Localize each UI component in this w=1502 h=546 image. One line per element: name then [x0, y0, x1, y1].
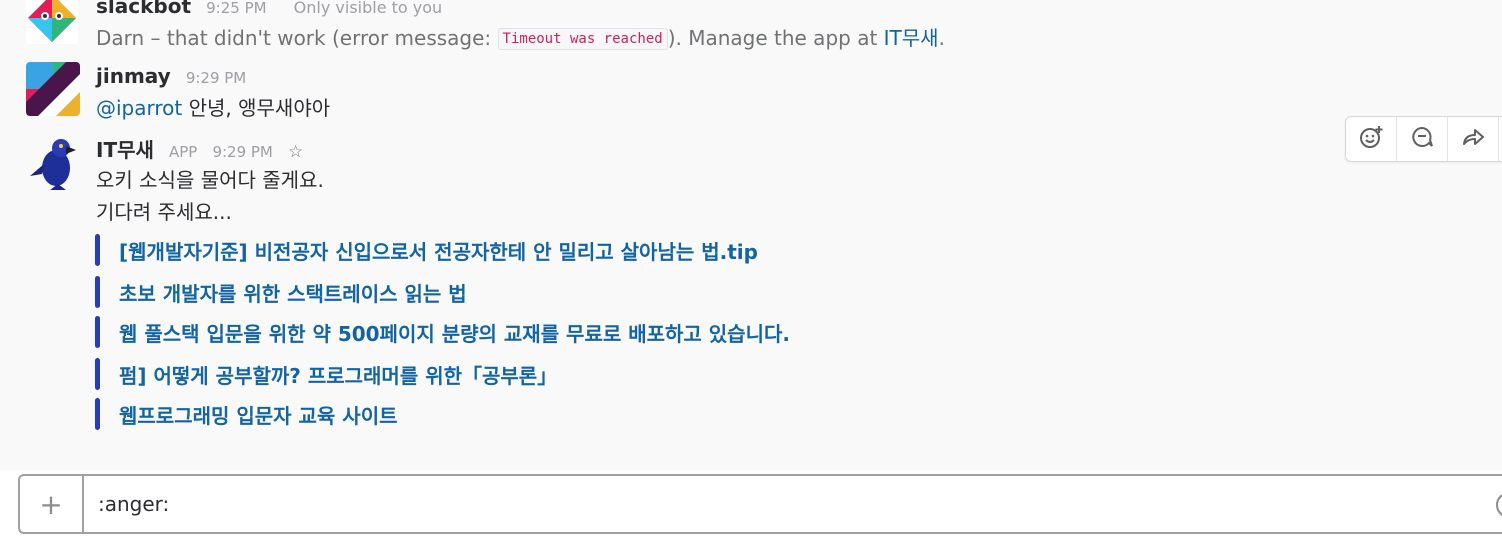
attachment-bar	[95, 316, 100, 348]
attachment-bar	[95, 276, 100, 308]
attachment-title-link[interactable]: 웹 풀스택 입문을 위한 약 500페이지 분량의 교재를 무료로 배포하고 있…	[119, 318, 790, 347]
message-header: IT무새 APP 9:29 PM ☆	[96, 134, 303, 163]
plus-icon: +	[39, 487, 63, 521]
message-header: jinmay 9:29 PM	[96, 64, 246, 88]
attachment-title-link[interactable]: [웹개발자기준] 비전공자 신입으로서 전공자한테 안 밀리고 살아남는 법.t…	[119, 236, 758, 265]
message-line-1: 오키 소식을 물어다 줄게요.	[96, 168, 324, 192]
jinmay-avatar[interactable]	[26, 62, 80, 116]
composer-area: + :anger:	[0, 470, 1502, 546]
text-segment: .	[938, 26, 945, 50]
app-link[interactable]: IT무새	[884, 26, 939, 50]
start-thread-icon	[1410, 125, 1434, 153]
attachment-bar	[95, 398, 100, 430]
message-line-2: 기다려 주세요...	[96, 200, 232, 224]
message-slackbot: slackbot 9:25 PM Only visible to you Dar…	[0, 0, 1502, 50]
inline-code: Timeout was reached	[497, 28, 668, 50]
attachment-title-link[interactable]: 초보 개발자를 위한 스택트레이스 읽는 법	[119, 278, 467, 307]
emoji-icon[interactable]	[1496, 492, 1502, 518]
star-icon[interactable]: ☆	[288, 142, 303, 162]
timestamp[interactable]: 9:29 PM	[186, 69, 246, 87]
attachment-bar	[95, 358, 100, 390]
attachment-bar	[95, 234, 100, 266]
itmusae-avatar[interactable]	[28, 134, 78, 190]
start-thread-button[interactable]	[1397, 117, 1448, 161]
app-badge: APP	[168, 143, 198, 161]
add-reaction-icon	[1358, 124, 1384, 154]
add-reaction-button[interactable]	[1346, 117, 1397, 161]
message-input[interactable]: :anger:	[98, 476, 1478, 532]
text-segment: Darn – that didn't work (error message:	[96, 26, 498, 50]
attachment-title-link[interactable]: 펌] 어떻게 공부할까? 프로그래머를 위한「공부론」	[119, 360, 557, 389]
message-list: slackbot 9:25 PM Only visible to you Dar…	[0, 0, 1502, 470]
text-segment: ). Manage the app at	[667, 26, 884, 50]
text-segment: 안녕, 앵무새야아	[182, 96, 331, 120]
share-message-button[interactable]	[1448, 117, 1499, 161]
sender-name[interactable]: jinmay	[96, 64, 171, 88]
add-file-button[interactable]: +	[20, 476, 84, 532]
slackbot-avatar[interactable]	[26, 0, 78, 44]
message-header: slackbot 9:25 PM Only visible to you	[96, 0, 442, 18]
share-message-icon	[1461, 125, 1485, 153]
message-text: Darn – that didn't work (error message: …	[96, 22, 945, 51]
visibility-note: Only visible to you	[293, 0, 443, 17]
user-mention[interactable]: @iparrot	[96, 96, 182, 120]
message-composer: + :anger:	[18, 474, 1502, 534]
sender-name[interactable]: IT무새	[96, 138, 154, 162]
attachment-title-link[interactable]: 웹프로그래밍 입문자 교육 사이트	[119, 400, 398, 429]
timestamp[interactable]: 9:29 PM	[212, 143, 272, 161]
message-jinmay: jinmay 9:29 PM @iparrot 안녕, 앵무새야아	[0, 62, 1502, 122]
message-itmusae: IT무새 APP 9:29 PM ☆ 오키 소식을 물어다 줄게요. 기다려 주…	[0, 132, 1502, 452]
message-text: @iparrot 안녕, 앵무새야아	[96, 92, 330, 121]
message-actions	[1345, 116, 1502, 162]
timestamp[interactable]: 9:25 PM	[206, 0, 266, 17]
sender-name[interactable]: slackbot	[96, 0, 191, 18]
